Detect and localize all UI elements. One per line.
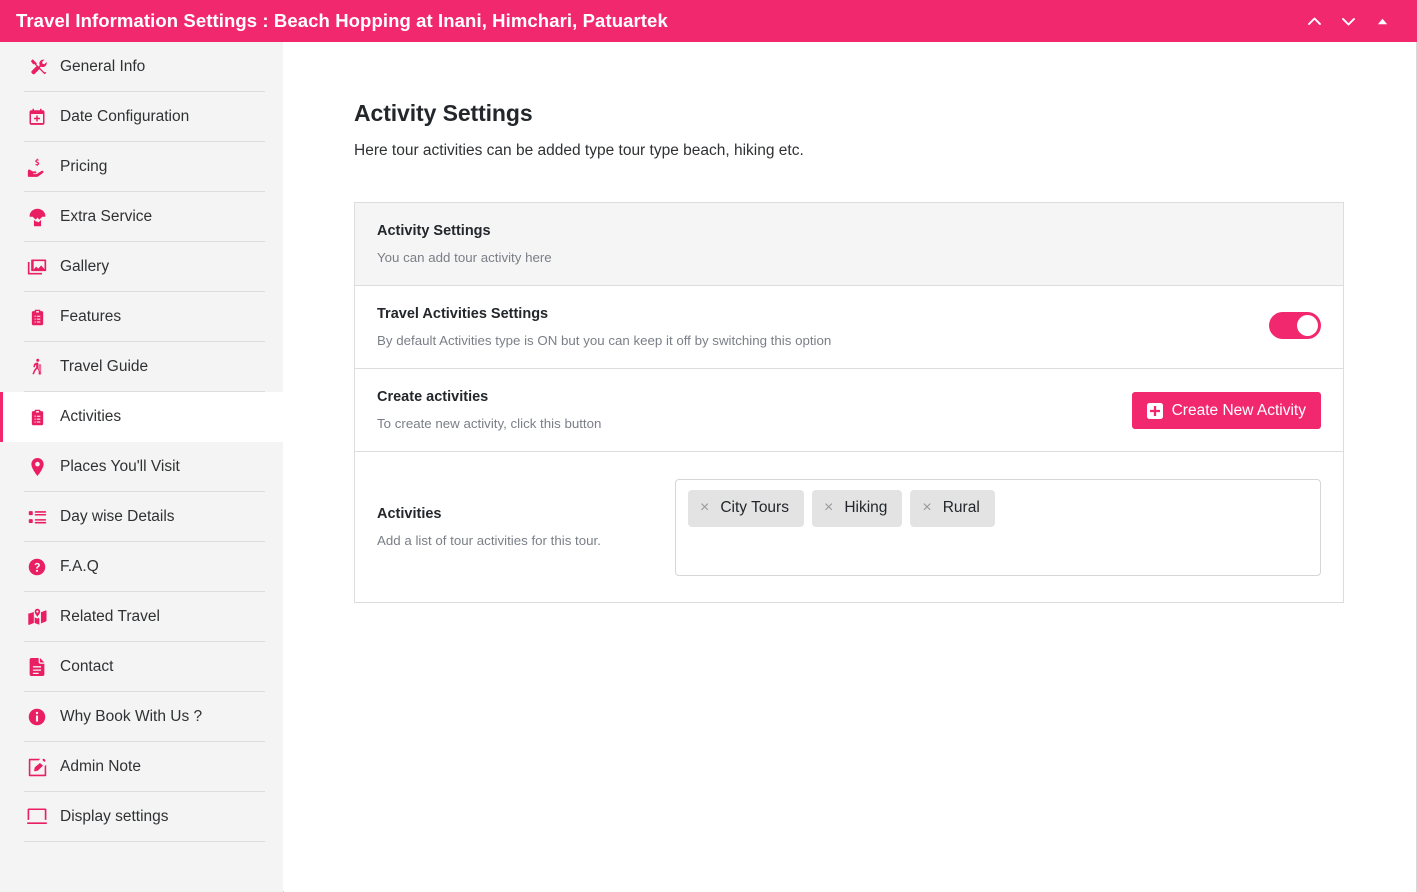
sidebar-item-why-book-with-us[interactable]: Why Book With Us ? (0, 692, 283, 742)
sidebar-item-activities[interactable]: Activities (0, 392, 283, 442)
sidebar-item-label: Gallery (60, 258, 110, 275)
row-title: Travel Activities Settings (377, 306, 549, 322)
sidebar: General Info Date Configuration Pricing … (0, 42, 283, 892)
window-controls (1299, 7, 1397, 35)
window-titlebar: Travel Information Settings : Beach Hopp… (0, 0, 1417, 42)
activity-settings-card: Activity Settings You can add tour activ… (354, 202, 1344, 603)
list-ul-icon (24, 508, 50, 527)
sidebar-item-label: Extra Service (60, 208, 153, 225)
calendar-plus-icon (24, 108, 50, 126)
sidebar-item-label: Features (60, 308, 122, 325)
images-icon (24, 257, 50, 277)
triangle-up-icon[interactable] (1367, 7, 1397, 35)
sidebar-item-label: F.A.Q (60, 558, 99, 575)
tag-remove-icon[interactable]: × (824, 500, 833, 516)
sidebar-item-label: Date Configuration (60, 108, 190, 125)
display-icon (24, 808, 50, 826)
travel-activities-toggle[interactable] (1269, 312, 1321, 339)
content-inner: Activity Settings Here tour activities c… (284, 42, 1416, 603)
activity-tag: × Rural (910, 489, 995, 527)
sidebar-item-related-travel[interactable]: Related Travel (0, 592, 283, 642)
hand-holding-dollar-icon (24, 157, 50, 177)
file-lines-icon (24, 658, 50, 676)
info-circle-icon (24, 708, 50, 726)
row-description: By default Activities type is ON but you… (377, 333, 832, 348)
tag-label: Hiking (844, 499, 888, 516)
card-row-activities: Activities Add a list of tour activities… (355, 452, 1343, 602)
sidebar-item-label: Display settings (60, 808, 169, 825)
sidebar-divider (24, 841, 265, 842)
tag-label: City Tours (720, 499, 789, 516)
sidebar-item-date-configuration[interactable]: Date Configuration (0, 92, 283, 142)
activities-label-column: Activities Add a list of tour activities… (377, 506, 675, 548)
activity-tag: × City Tours (688, 489, 804, 527)
sidebar-item-contact[interactable]: Contact (0, 642, 283, 692)
sidebar-item-features[interactable]: Features (0, 292, 283, 342)
plus-square-icon (1146, 402, 1163, 419)
sidebar-item-label: Places You'll Visit (60, 458, 180, 475)
map-marked-icon (24, 608, 50, 627)
clipboard-list-icon (24, 409, 50, 426)
sidebar-item-label: Pricing (60, 158, 108, 175)
row-description: You can add tour activity here (377, 250, 552, 265)
chevron-up-icon[interactable] (1299, 7, 1329, 35)
toggle-knob (1297, 315, 1318, 336)
chevron-down-icon[interactable] (1333, 7, 1363, 35)
tag-remove-icon[interactable]: × (700, 500, 709, 516)
map-marker-icon (24, 458, 50, 476)
row-title: Activity Settings (377, 223, 491, 239)
sidebar-item-label: Why Book With Us ? (60, 708, 203, 725)
card-row-intro: Activity Settings You can add tour activ… (355, 203, 1343, 286)
sidebar-item-admin-note[interactable]: Admin Note (0, 742, 283, 792)
create-new-activity-label: Create New Activity (1171, 401, 1306, 419)
sidebar-item-label: Travel Guide (60, 358, 149, 375)
sidebar-item-display-settings[interactable]: Display settings (0, 792, 283, 842)
window-title: Travel Information Settings : Beach Hopp… (16, 10, 668, 31)
row-description: Add a list of tour activities for this t… (377, 533, 601, 548)
sidebar-item-extra-service[interactable]: Extra Service (0, 192, 283, 242)
sidebar-item-places-youll-visit[interactable]: Places You'll Visit (0, 442, 283, 492)
main-content: Activity Settings Here tour activities c… (284, 42, 1416, 892)
hiking-person-icon (24, 358, 50, 376)
sidebar-item-pricing[interactable]: Pricing (0, 142, 283, 192)
sidebar-item-faq[interactable]: F.A.Q (0, 542, 283, 592)
create-new-activity-button[interactable]: Create New Activity (1131, 392, 1321, 429)
sidebar-item-label: Day wise Details (60, 508, 175, 525)
sidebar-item-travel-guide[interactable]: Travel Guide (0, 342, 283, 392)
page-body: General Info Date Configuration Pricing … (0, 42, 1417, 892)
page-title: Activity Settings (354, 100, 533, 126)
sidebar-item-label: Contact (60, 658, 114, 675)
clipboard-list-icon (24, 309, 50, 326)
pen-square-icon (24, 758, 50, 777)
row-title: Activities (377, 506, 442, 522)
sidebar-item-general-info[interactable]: General Info (0, 42, 283, 92)
question-circle-icon (24, 558, 50, 576)
sidebar-item-label: Activities (60, 408, 122, 425)
tools-icon (24, 58, 50, 77)
activities-tags-input[interactable]: × City Tours × Hiking × Rural (675, 478, 1321, 576)
page-subtitle: Here tour activities can be added type t… (354, 142, 804, 159)
activity-tag: × Hiking (811, 489, 903, 527)
sidebar-item-label: Related Travel (60, 608, 160, 625)
sidebar-item-day-wise-details[interactable]: Day wise Details (0, 492, 283, 542)
card-row-travel-activities: Travel Activities Settings By default Ac… (355, 286, 1343, 369)
tag-remove-icon[interactable]: × (922, 500, 931, 516)
card-row-create-activities: Create activities To create new activity… (355, 369, 1343, 452)
tag-label: Rural (942, 499, 980, 516)
sidebar-item-gallery[interactable]: Gallery (0, 242, 283, 292)
parachute-box-icon (24, 208, 50, 227)
sidebar-item-label: Admin Note (60, 758, 141, 775)
sidebar-item-label: General Info (60, 58, 146, 75)
